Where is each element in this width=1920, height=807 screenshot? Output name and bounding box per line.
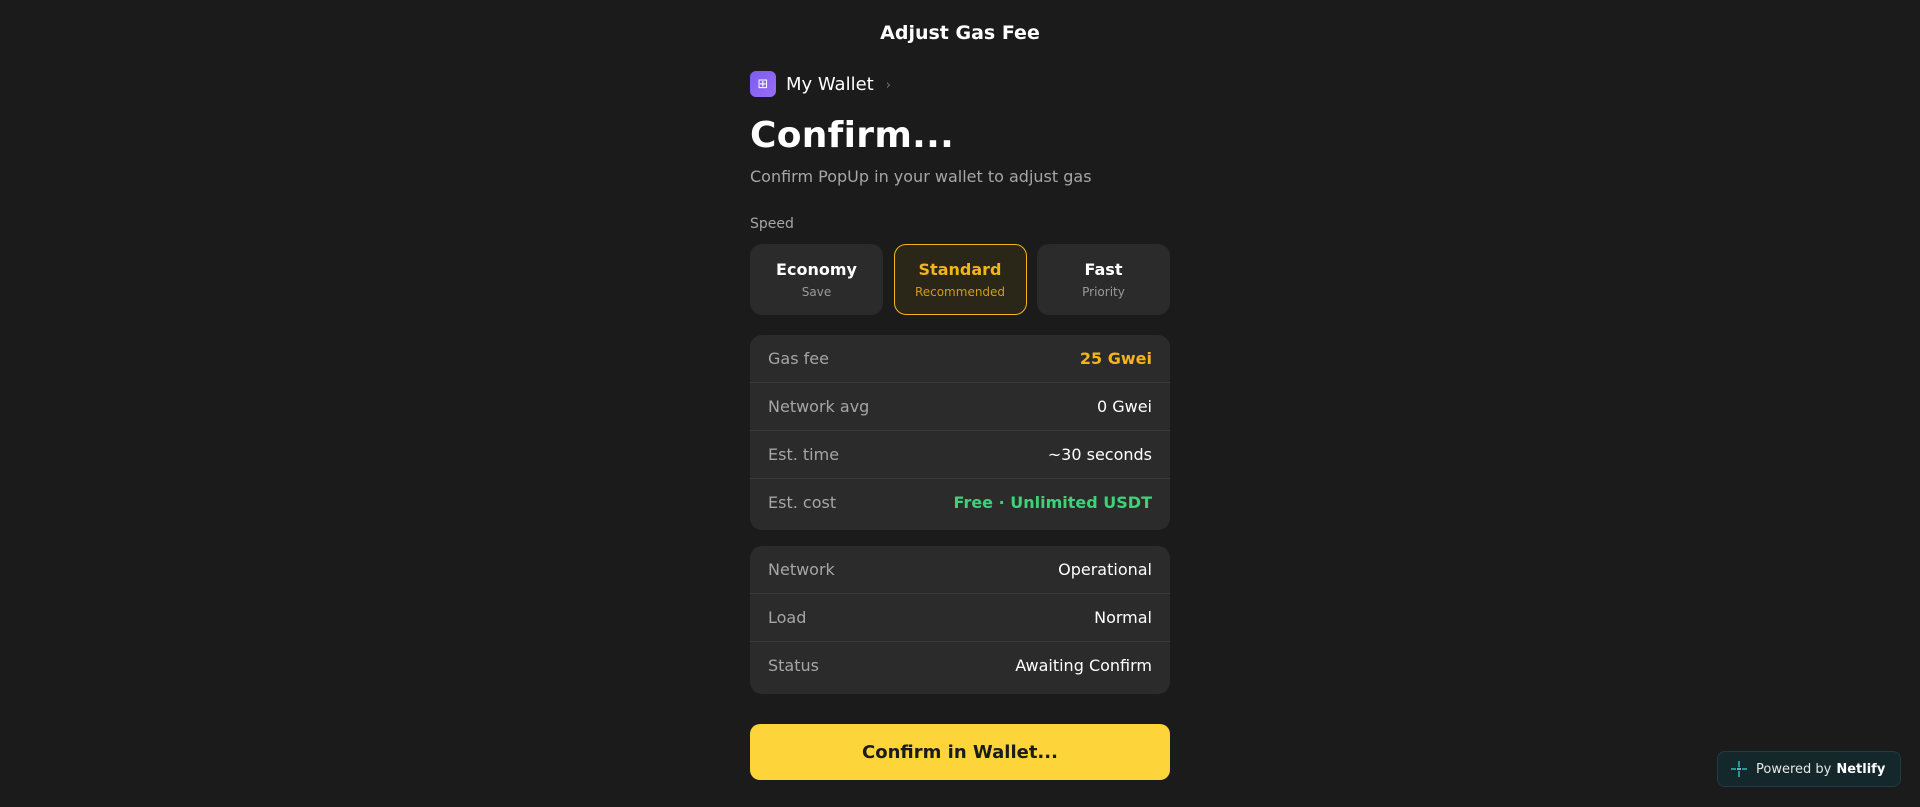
fee-details-card: Gas fee 25 Gwei Network avg 0 Gwei Est. … [750, 335, 1170, 530]
network-avg-value: 0 Gwei [1096, 397, 1152, 416]
load-value: Normal [1094, 608, 1152, 627]
row-label: Gas fee [768, 349, 829, 368]
wallet-grid-icon: ⊞ [750, 71, 776, 97]
badge-prefix: Powered by [1756, 761, 1832, 777]
row-label: Est. cost [768, 493, 837, 512]
row-label: Network [768, 560, 835, 579]
fee-row-est-cost: Est. cost Free · Unlimited USDT [750, 479, 1170, 526]
status-row-status: Status Awaiting Confirm [750, 642, 1170, 689]
network-value: Operational [1058, 560, 1152, 579]
status-row-network: Network Operational [750, 546, 1170, 594]
speed-option-sub: Recommended [914, 285, 1006, 299]
confirm-in-wallet-button[interactable]: Confirm in Wallet... [750, 724, 1170, 780]
confirm-heading: Confirm... [750, 115, 955, 156]
est-cost-value: Free · Unlimited USDT [953, 493, 1152, 512]
netlify-icon [1730, 760, 1748, 778]
row-label: Est. time [768, 445, 840, 464]
page-title: Adjust Gas Fee [880, 22, 1040, 44]
speed-option-fast[interactable]: Fast Priority [1037, 244, 1170, 315]
confirm-subheading: Confirm PopUp in your wallet to adjust g… [750, 167, 1092, 186]
speed-option-name: Standard [918, 260, 1002, 279]
network-status-card: Network Operational Load Normal Status A… [750, 546, 1170, 694]
badge-brand: Netlify [1836, 761, 1886, 777]
est-time-value: ~30 seconds [1047, 445, 1152, 464]
speed-option-standard[interactable]: Standard Recommended [893, 244, 1027, 315]
powered-by-netlify-badge[interactable]: Powered by Netlify [1717, 751, 1901, 787]
wallet-selector[interactable]: ⊞ My Wallet › [750, 71, 891, 97]
status-row-load: Load Normal [750, 594, 1170, 642]
gas-fee-value: 25 Gwei [1079, 349, 1152, 368]
speed-option-name: Economy [776, 260, 857, 279]
speed-option-sub: Save [801, 285, 832, 299]
chevron-right-icon: › [885, 77, 891, 93]
status-value: Awaiting Confirm [1015, 656, 1152, 675]
row-label: Network avg [768, 397, 870, 416]
speed-label: Speed [750, 216, 794, 232]
wallet-name: My Wallet [786, 73, 874, 95]
row-label: Status [768, 656, 819, 675]
speed-option-economy[interactable]: Economy Save [750, 244, 883, 315]
row-label: Load [768, 608, 807, 627]
fee-row-network-avg: Network avg 0 Gwei [750, 383, 1170, 431]
speed-option-sub: Priority [1082, 285, 1125, 299]
fee-row-est-time: Est. time ~30 seconds [750, 431, 1170, 479]
gas-fee-page: Adjust Gas Fee ⊞ My Wallet › Confirm... … [0, 0, 1920, 807]
fee-row-gas-fee: Gas fee 25 Gwei [750, 335, 1170, 383]
speed-selector: Economy Save Standard Recommended Fast P… [750, 244, 1170, 315]
speed-option-name: Fast [1084, 260, 1123, 279]
